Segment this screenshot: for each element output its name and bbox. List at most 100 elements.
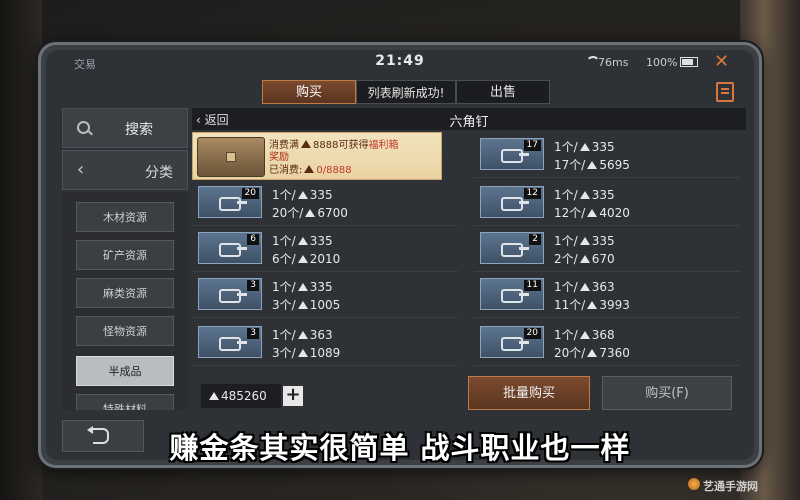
total-price: 12个/4020 <box>554 204 630 221</box>
unit-label: 1个/ <box>554 188 578 202</box>
sidebar-item-special[interactable]: 特殊材料 <box>76 394 174 410</box>
unit-price: 1个/335 <box>554 232 615 249</box>
watermark: 艺通手游网 <box>703 480 758 493</box>
unit-price: 1个/335 <box>272 232 333 249</box>
sidebar-search[interactable]: 搜索 <box>62 108 188 148</box>
watermark-logo-icon <box>688 478 700 490</box>
chevron-left-icon: ‹ <box>77 159 85 180</box>
coin-icon <box>587 301 598 309</box>
stack-qty-badge: 20 <box>523 328 541 339</box>
listing-card[interactable]: 2 1个/335 2个/670 <box>474 226 740 270</box>
total-price: 20个/6700 <box>272 204 348 221</box>
category-label: 分类 <box>145 165 173 181</box>
listing-card[interactable]: 6 1个/335 6个/2010 <box>192 226 458 270</box>
total-price-value: 6700 <box>317 206 348 220</box>
stack-qty-badge: 2 <box>529 234 541 245</box>
coin-icon <box>301 140 311 148</box>
coin-icon <box>579 143 590 151</box>
search-icon <box>77 121 90 134</box>
hex-nail-icon <box>501 149 529 163</box>
unit-price: 1个/335 <box>272 186 333 203</box>
unit-label: 1个/ <box>272 328 296 342</box>
total-price-value: 2010 <box>309 252 341 266</box>
hex-nail-icon <box>501 337 529 351</box>
sidebar-category[interactable]: ‹ 分类 <box>62 150 188 190</box>
coin-icon <box>297 191 308 199</box>
clipboard-icon[interactable] <box>716 82 734 102</box>
total-price-value: 1005 <box>309 298 341 312</box>
total-price-value: 4020 <box>599 206 630 220</box>
promo-amount: 8888可获得 <box>313 140 369 151</box>
promo-banner[interactable]: 消费满 8888可获得福利箱 奖励 已消费: 0/8888 <box>192 132 442 180</box>
tab-sell[interactable]: 出售 <box>456 80 550 104</box>
listing-card[interactable]: 20 1个/368 20个/7360 <box>474 320 740 364</box>
sidebar-item-semi-finished[interactable]: 半成品 <box>76 356 174 386</box>
network-latency: 76ms <box>598 56 629 69</box>
total-price: 11个/3993 <box>554 296 630 313</box>
total-price: 3个/1089 <box>272 344 340 361</box>
battery-icon <box>680 57 698 67</box>
unit-price: 1个/335 <box>554 138 615 155</box>
listing-card[interactable]: 17 1个/335 17个/5695 <box>474 132 740 176</box>
listing-card[interactable]: 3 1个/335 3个/1005 <box>192 272 458 316</box>
buy-button[interactable]: 购买(F) <box>602 376 732 410</box>
coin-icon <box>587 349 598 357</box>
bulk-buy-button[interactable]: 批量购买 <box>468 376 590 410</box>
listing-card[interactable]: 3 1个/363 3个/1089 <box>192 320 458 364</box>
sidebar-item-wood[interactable]: 木材资源 <box>76 202 174 232</box>
total-label: 17个/ <box>554 158 586 172</box>
listing-card[interactable]: 11 1个/363 11个/3993 <box>474 272 740 316</box>
total-price-value: 5695 <box>599 158 630 172</box>
total-price-value: 1089 <box>309 346 341 360</box>
listing-card[interactable]: 12 1个/335 12个/4020 <box>474 180 740 224</box>
item-thumbnail: 6 <box>198 232 262 264</box>
coin-icon <box>297 255 308 263</box>
hex-nail-icon <box>501 243 529 257</box>
video-caption: 赚金条其实很简单 战斗职业也一样 <box>169 431 631 465</box>
unit-price: 1个/335 <box>554 186 615 203</box>
unit-label: 1个/ <box>272 280 296 294</box>
coin-icon <box>579 283 590 291</box>
total-price: 3个/1005 <box>272 296 340 313</box>
total-label: 11个/ <box>554 298 586 312</box>
unit-price: 1个/363 <box>272 326 333 343</box>
sidebar-item-hemp[interactable]: 麻类资源 <box>76 278 174 308</box>
stack-qty-badge: 3 <box>247 280 259 291</box>
category-list[interactable]: 木材资源 矿产资源 麻类资源 怪物资源 半成品 特殊材料 <box>62 192 188 410</box>
total-label: 6个/ <box>272 252 296 266</box>
sidebar-item-ore[interactable]: 矿产资源 <box>76 240 174 270</box>
hex-nail-icon <box>501 289 529 303</box>
stack-qty-badge: 20 <box>241 188 259 199</box>
row-divider <box>474 177 740 178</box>
coin-icon <box>304 165 315 173</box>
close-icon[interactable]: ✕ <box>714 52 729 72</box>
coin-icon <box>297 331 308 339</box>
hex-nail-icon <box>219 289 247 303</box>
item-thumbnail: 17 <box>480 138 544 170</box>
battery-percent: 100% <box>646 56 678 69</box>
unit-label: 1个/ <box>554 234 578 248</box>
row-divider <box>474 365 740 366</box>
item-thumbnail: 3 <box>198 326 262 358</box>
unit-price-value: 335 <box>309 280 333 294</box>
stack-qty-badge: 11 <box>523 280 541 291</box>
total-label: 20个/ <box>272 206 304 220</box>
unit-label: 1个/ <box>272 188 296 202</box>
add-funds-button[interactable]: + <box>283 386 303 406</box>
tab-buy[interactable]: 购买 <box>262 80 356 104</box>
spent-label: 已消费: <box>269 165 303 176</box>
coin-icon <box>297 237 308 245</box>
total-label: 20个/ <box>554 346 586 360</box>
unit-price-value: 335 <box>591 234 615 248</box>
tablet-frame: 交易 21:49 76ms 100% ✕ 购买 列表刷新成功! 出售 搜索 ‹ … <box>38 42 762 468</box>
unit-label: 1个/ <box>554 140 578 154</box>
back-button[interactable]: ‹ 返回 <box>196 111 229 128</box>
listing-card[interactable]: 20 1个/335 20个/6700 <box>192 180 458 224</box>
stack-qty-badge: 3 <box>247 328 259 339</box>
coin-icon <box>297 301 308 309</box>
sidebar-item-monster[interactable]: 怪物资源 <box>76 316 174 346</box>
row-divider <box>192 317 458 318</box>
row-divider <box>192 365 458 366</box>
total-price-value: 3993 <box>599 298 630 312</box>
row-divider <box>474 317 740 318</box>
